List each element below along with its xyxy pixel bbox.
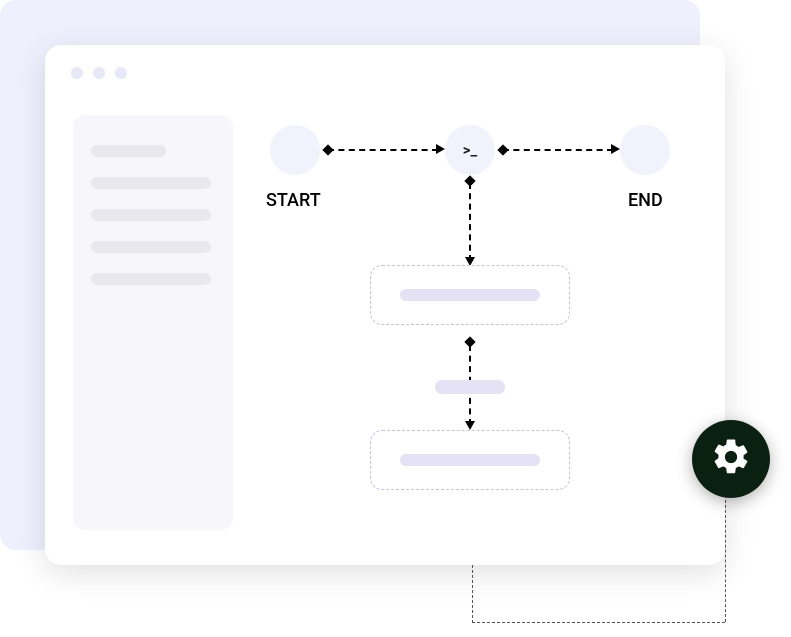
sidebar-placeholder-line: [91, 209, 211, 221]
end-label: END: [628, 190, 663, 211]
command-node[interactable]: >_: [445, 125, 495, 175]
arrowhead-icon: [436, 144, 445, 154]
sidebar-panel: [73, 115, 233, 530]
window-controls: [71, 67, 127, 79]
sidebar-placeholder-line: [91, 145, 166, 157]
window-dot[interactable]: [71, 67, 83, 79]
app-window: >_ START END: [45, 45, 725, 565]
process-block[interactable]: [370, 430, 570, 490]
terminal-icon: >_: [463, 141, 477, 159]
process-placeholder-bar: [400, 289, 540, 301]
connector-label-pill: [435, 380, 505, 394]
end-node[interactable]: [620, 125, 670, 175]
connector-line: [469, 183, 471, 261]
arrowhead-icon: [611, 144, 620, 154]
settings-button[interactable]: [692, 420, 770, 498]
connector-line: [328, 149, 438, 151]
start-label: START: [266, 190, 321, 211]
guide-line: [472, 622, 725, 623]
process-block[interactable]: [370, 265, 570, 325]
connector-line: [503, 149, 613, 151]
sidebar-placeholder-line: [91, 241, 211, 253]
gear-icon: [710, 436, 752, 482]
sidebar-placeholder-line: [91, 273, 211, 285]
process-placeholder-bar: [400, 454, 540, 466]
window-dot[interactable]: [115, 67, 127, 79]
guide-line: [725, 495, 726, 622]
sidebar-placeholder-line: [91, 177, 211, 189]
guide-line: [472, 565, 473, 623]
arrowhead-icon: [465, 421, 475, 430]
start-node[interactable]: [270, 125, 320, 175]
window-dot[interactable]: [93, 67, 105, 79]
